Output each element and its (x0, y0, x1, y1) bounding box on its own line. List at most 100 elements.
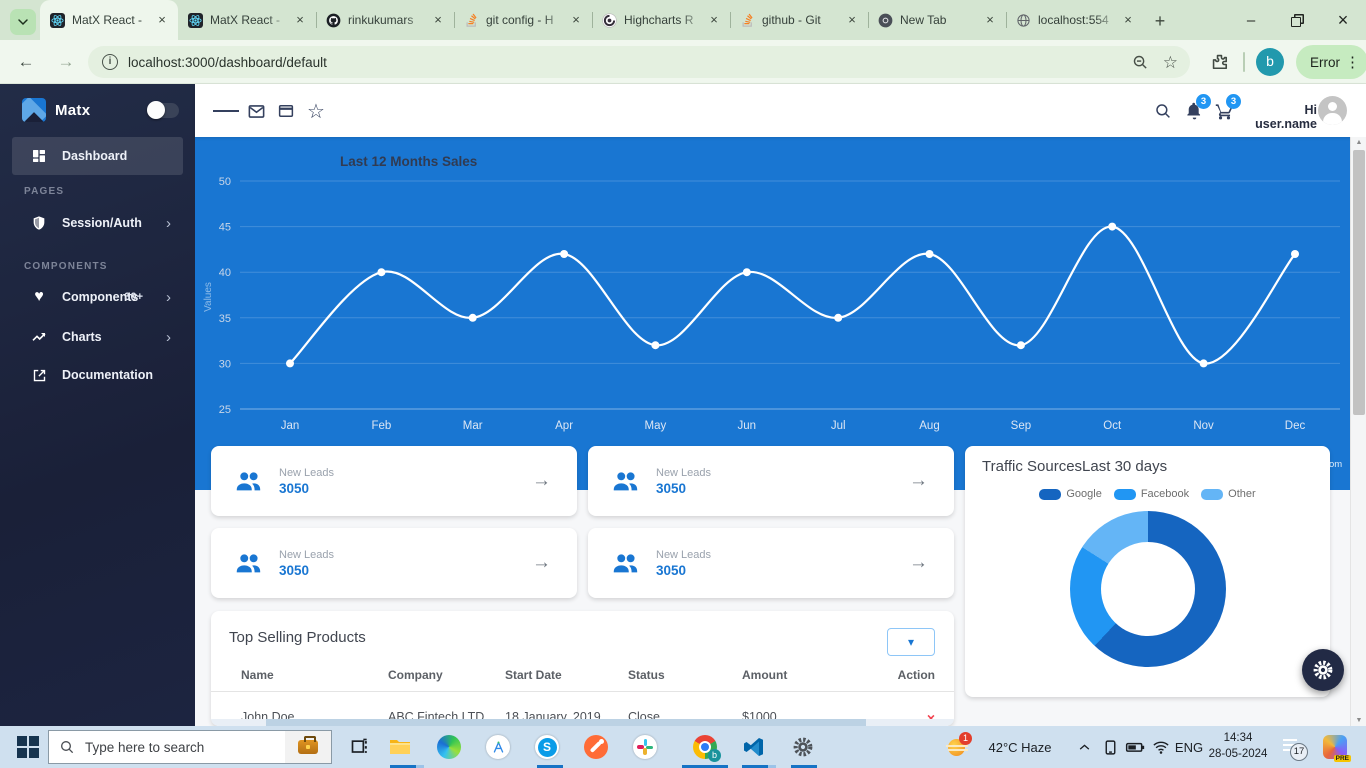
app-sidebar: Matx Dashboard PAGES Session/Auth › COMP… (0, 84, 195, 726)
zoom-icon[interactable] (1132, 54, 1149, 71)
lead-card-4[interactable]: New Leads 3050 → (588, 528, 954, 598)
launch-icon (30, 366, 48, 384)
browser-tab-highcharts[interactable]: Highcharts R × (592, 0, 730, 40)
tab-close-icon[interactable]: × (706, 12, 722, 28)
user-greeting: Hi user.name (1247, 103, 1317, 131)
taskbar-slack[interactable] (631, 726, 659, 768)
theme-settings-fab[interactable] (1302, 649, 1344, 691)
dashboard-icon (30, 147, 48, 165)
scroll-up-icon[interactable]: ▲ (1351, 139, 1366, 146)
weather-button[interactable]: 1 (942, 726, 974, 768)
legend-item-facebook[interactable]: Facebook (1114, 488, 1189, 500)
lead-card-3[interactable]: New Leads 3050 → (211, 528, 577, 598)
tray-clock[interactable]: 14:34 28-05-2024 (1206, 730, 1270, 762)
mail-icon[interactable] (243, 98, 269, 124)
profile-avatar[interactable]: b (1256, 48, 1284, 76)
weather-text[interactable]: 42°C Haze (980, 726, 1060, 768)
page-scrollbar[interactable]: ▲ ▼ (1350, 137, 1366, 726)
taskbar-edge[interactable] (435, 726, 463, 768)
sidebar-item-session-auth[interactable]: Session/Auth › (0, 204, 195, 242)
arrow-right-icon[interactable]: → (909, 470, 928, 492)
scroll-down-icon[interactable]: ▼ (1351, 717, 1366, 724)
new-tab-button[interactable]: + (1148, 10, 1172, 34)
copilot-button[interactable]: PRE (1318, 726, 1352, 768)
url-text[interactable]: localhost:3000/dashboard/default (128, 55, 1132, 70)
edge-icon (437, 735, 461, 759)
table-horizontal-scrollbar[interactable] (211, 719, 954, 726)
restore-button[interactable] (1274, 0, 1320, 40)
lead-card-2[interactable]: New Leads 3050 → (588, 446, 954, 516)
lead-card-1[interactable]: New Leads 3050 → (211, 446, 577, 516)
sidebar-item-components[interactable]: ♥ Components 30+ › (0, 278, 195, 316)
browser-tab-github-repo[interactable]: rinkukumars × (316, 0, 454, 40)
address-bar[interactable]: i localhost:3000/dashboard/default ☆ (88, 46, 1190, 78)
legend-item-google[interactable]: Google (1039, 488, 1101, 500)
taskbar-skype[interactable]: S (533, 726, 561, 768)
taskbar-file-explorer[interactable] (386, 726, 414, 768)
notifications-bell-icon[interactable]: 3 (1181, 98, 1207, 124)
browser-tab-matx-1[interactable]: MatX React - × (40, 0, 178, 40)
search-highlight-button[interactable] (285, 731, 331, 763)
sidebar-mode-toggle[interactable] (147, 103, 179, 118)
forward-button[interactable]: → (52, 48, 80, 76)
browser-menu-button[interactable]: Error ⋮ (1296, 45, 1366, 79)
tab-close-icon[interactable]: × (982, 12, 998, 28)
taskbar-vscode[interactable] (740, 726, 768, 768)
site-info-icon[interactable]: i (102, 54, 118, 70)
traffic-donut-chart[interactable] (1070, 511, 1226, 667)
taskbar-search-box[interactable]: Type here to search (48, 730, 332, 764)
favorites-star-icon[interactable]: ☆ (303, 98, 329, 124)
tray-language[interactable]: ENG (1172, 726, 1206, 768)
close-window-button[interactable]: × (1320, 0, 1366, 40)
hscroll-thumb[interactable] (266, 719, 866, 726)
user-avatar[interactable] (1318, 96, 1347, 125)
bookmark-star-icon[interactable]: ☆ (1163, 54, 1178, 71)
tab-close-icon[interactable]: × (568, 12, 584, 28)
legend-item-other[interactable]: Other (1201, 488, 1256, 500)
minimize-button[interactable]: – (1228, 0, 1274, 40)
extensions-icon[interactable] (1210, 52, 1229, 76)
notification-center-button[interactable]: 17 (1278, 726, 1312, 768)
google-swatch (1039, 489, 1061, 500)
vscode-icon (742, 735, 766, 759)
task-view-button[interactable] (346, 726, 374, 768)
table-filter-dropdown[interactable]: ▾ (887, 628, 935, 656)
arrow-right-icon[interactable]: → (532, 552, 551, 574)
sidebar-item-documentation[interactable]: Documentation (0, 356, 195, 394)
cart-icon[interactable]: 3 (1211, 98, 1237, 124)
tray-phone-link[interactable] (1098, 726, 1122, 768)
arrow-right-icon[interactable]: → (909, 552, 928, 574)
taskbar-chrome[interactable]: b (691, 726, 719, 768)
tab-close-icon[interactable]: × (154, 12, 170, 28)
browser-tab-git-config[interactable]: git config - H × (454, 0, 592, 40)
kebab-menu-icon: ⋮ (1345, 53, 1360, 71)
tab-close-icon[interactable]: × (430, 12, 446, 28)
taskbar-settings[interactable] (789, 726, 817, 768)
taskbar-app-store[interactable] (484, 726, 512, 768)
tray-chevron-up[interactable] (1072, 726, 1096, 768)
arrow-right-icon[interactable]: → (532, 470, 551, 492)
web-asset-icon[interactable] (273, 98, 299, 124)
tab-close-icon[interactable]: × (292, 12, 308, 28)
tab-search-button[interactable] (10, 9, 36, 35)
svg-text:Last 12 Months Sales: Last 12 Months Sales (340, 154, 477, 169)
tray-wifi[interactable] (1148, 726, 1174, 768)
browser-tab-github-so[interactable]: github - Git × (730, 0, 868, 40)
browser-tab-new-tab[interactable]: New Tab × (868, 0, 1006, 40)
search-icon[interactable] (1150, 98, 1176, 124)
brand[interactable]: Matx (22, 98, 90, 122)
start-button[interactable] (10, 726, 46, 768)
back-button[interactable]: ← (12, 48, 40, 76)
scrollbar-thumb[interactable] (1353, 150, 1365, 415)
sidebar-item-dashboard[interactable]: Dashboard (12, 137, 183, 175)
sales-line-chart[interactable]: 253035404550JanFebMarAprMayJunJulAugSepO… (195, 137, 1350, 490)
tab-strip: MatX React - × MatX React - × rinkukumar… (40, 0, 1144, 40)
sidebar-item-charts[interactable]: Charts › (0, 318, 195, 356)
tray-battery[interactable] (1122, 726, 1148, 768)
tab-close-icon[interactable]: × (1120, 12, 1136, 28)
tab-close-icon[interactable]: × (844, 12, 860, 28)
browser-tab-matx-2[interactable]: MatX React - × (178, 0, 316, 40)
taskbar-postman[interactable] (582, 726, 610, 768)
menu-toggle-icon[interactable] (213, 98, 239, 124)
browser-tab-localhost[interactable]: localhost:554 × (1006, 0, 1144, 40)
